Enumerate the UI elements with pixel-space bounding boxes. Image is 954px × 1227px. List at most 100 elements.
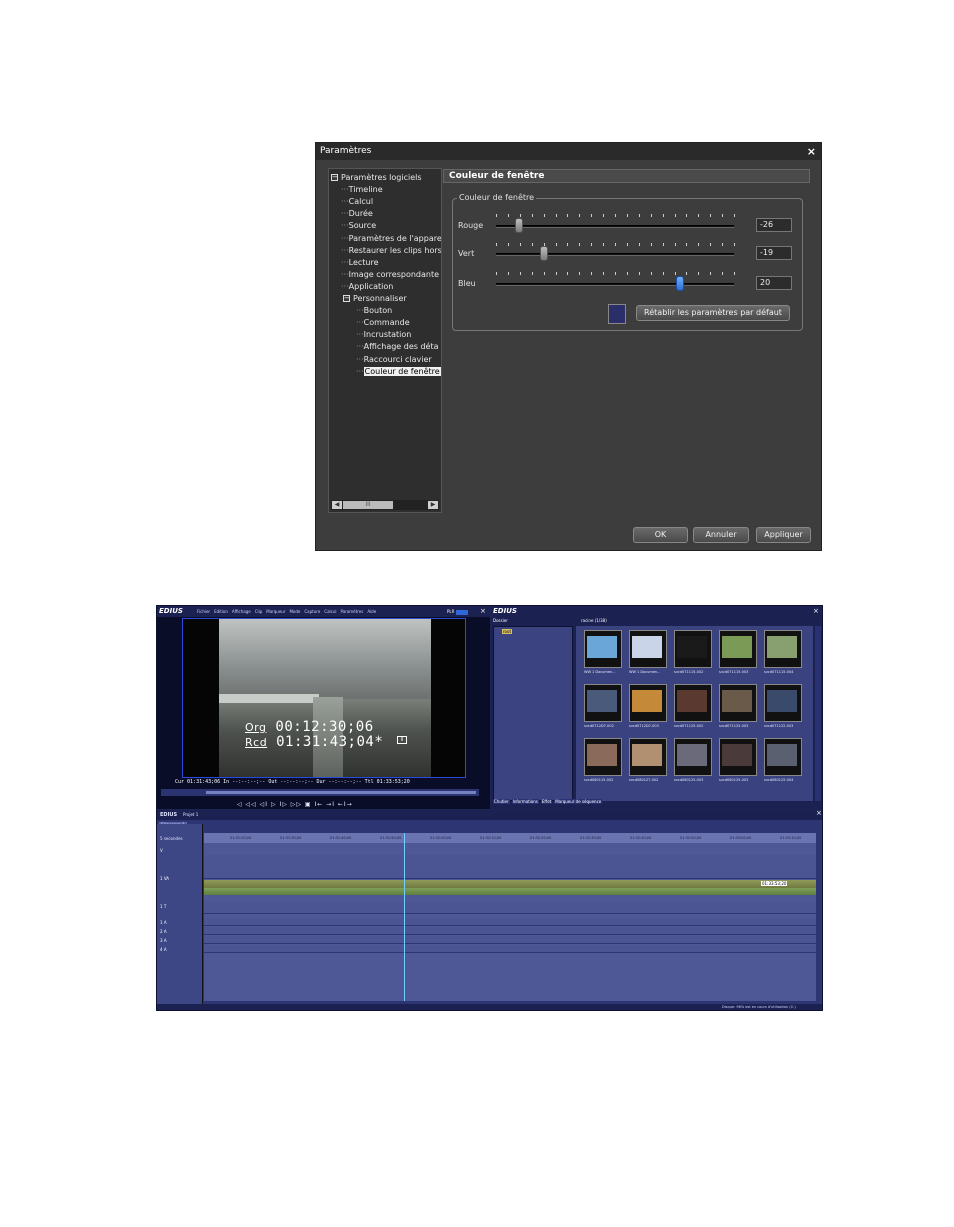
org-label: Org xyxy=(245,721,267,734)
clip-thumbnail[interactable]: WW 1 Documen... xyxy=(629,630,667,674)
menu-item[interactable]: Mode xyxy=(289,609,300,614)
bin-tab[interactable]: Marqueur de séquence xyxy=(554,799,603,804)
timeline-ruler[interactable]: 01:31:20;00 01:31:30;00 01:31:40;00 01:31:5… xyxy=(204,833,816,843)
clip-caption: WW 1 Documen... xyxy=(629,670,661,674)
tick-mark xyxy=(662,243,664,246)
menu-item[interactable]: Capture xyxy=(304,609,320,614)
close-icon[interactable]: × xyxy=(816,809,822,817)
menu-item[interactable]: Fichier xyxy=(197,609,210,614)
clip-thumbnail[interactable]: svcd071115-002 xyxy=(674,630,712,674)
slider-track[interactable] xyxy=(496,253,734,256)
audio-track-4[interactable] xyxy=(204,945,816,953)
scroll-left-icon[interactable]: ◀ xyxy=(332,501,342,509)
va-track-clip-audio[interactable] xyxy=(204,888,816,895)
tree-item[interactable]: ···Incrustation xyxy=(356,330,411,340)
apply-button[interactable]: Appliquer xyxy=(756,527,811,543)
tree-hscrollbar[interactable]: ◀ III ▶ xyxy=(331,500,439,510)
clip-thumbnail[interactable]: svcd071125-002 xyxy=(674,684,712,728)
slider-thumb[interactable] xyxy=(540,246,549,261)
clip-thumbnail[interactable]: svcd071122-003 xyxy=(764,684,802,728)
ruler-tick-label: 01:31:50;00 xyxy=(380,836,402,840)
tree-item[interactable]: ···Commande xyxy=(356,318,410,328)
menu-item[interactable]: Aide xyxy=(367,609,376,614)
bin-tab[interactable]: Chutier xyxy=(493,799,510,804)
clip-thumbnail[interactable]: svcd080127-002 xyxy=(629,738,667,782)
scale-select[interactable]: 5 secondes xyxy=(160,836,183,841)
reset-defaults-button[interactable]: Rétablir les paramètres par défaut xyxy=(636,305,790,321)
clip-thumbnail[interactable]: svcd080125-004 xyxy=(764,738,802,782)
slider-value-field[interactable]: 20 xyxy=(756,276,792,290)
clip-thumbnail[interactable]: svcd080125-003 xyxy=(674,738,712,782)
track-header-label[interactable]: 1 VA xyxy=(160,876,169,881)
menu-item[interactable]: Clip xyxy=(255,609,263,614)
menu-item[interactable]: Edition xyxy=(214,609,228,614)
title-track[interactable] xyxy=(204,902,816,914)
menu-item[interactable]: Affichage xyxy=(232,609,251,614)
slider-value-field[interactable]: -26 xyxy=(756,218,792,232)
bin-tab[interactable]: Informations xyxy=(511,799,539,804)
video-track[interactable] xyxy=(204,855,816,879)
track-header-label[interactable]: V xyxy=(160,848,163,853)
scrub-bar[interactable] xyxy=(161,789,479,796)
tree-item[interactable]: ···Raccourci clavier xyxy=(356,355,432,365)
tree-item[interactable]: ···Timeline xyxy=(341,185,383,195)
tick-mark xyxy=(686,214,688,217)
clip-thumbnail[interactable]: svcd0712D7-003 xyxy=(629,684,667,728)
clip-thumbnail[interactable]: svcd080125-003 xyxy=(719,738,757,782)
tree-item[interactable]: ···Paramètres de l'appare xyxy=(341,234,441,244)
menu-item[interactable]: Paramètres xyxy=(341,609,364,614)
transport-controls[interactable]: ◁ ◁◁ ◁I ▷ I▷ ▷▷ ▣ I← →I ←I→ xyxy=(237,801,353,808)
slider-thumb[interactable] xyxy=(676,276,684,291)
close-icon[interactable]: × xyxy=(813,607,819,615)
track-header-label[interactable]: 1 T xyxy=(160,904,166,909)
close-icon[interactable]: × xyxy=(480,607,486,615)
bin-tab[interactable]: Effet xyxy=(540,799,553,804)
root-folder[interactable]: root xyxy=(502,629,513,634)
slider-track[interactable] xyxy=(496,283,734,286)
tree-item[interactable]: ···Couleur de fenêtre xyxy=(356,366,441,377)
ok-button[interactable]: OK xyxy=(633,527,688,543)
clip-thumbnail[interactable]: svcd071115-004 xyxy=(764,630,802,674)
scroll-thumb[interactable]: III xyxy=(343,501,393,509)
slider-track[interactable] xyxy=(496,225,734,228)
collapse-icon[interactable]: − xyxy=(343,295,350,302)
tree-item[interactable]: ···Source xyxy=(341,221,376,231)
track-header-label[interactable]: 4 A xyxy=(160,947,167,952)
tree-item[interactable]: ···Bouton xyxy=(356,306,392,316)
cancel-button[interactable]: Annuler xyxy=(693,527,749,543)
plr-badge[interactable]: PLR xyxy=(447,609,469,615)
tree-item[interactable]: ···Affichage des déta xyxy=(356,342,439,352)
tree-item[interactable]: ···Calcul xyxy=(341,197,373,207)
scroll-right-icon[interactable]: ▶ xyxy=(428,501,438,509)
slider-thumb[interactable] xyxy=(515,218,523,233)
track-header-label[interactable]: 3 A xyxy=(160,938,167,943)
clip-thumbnail[interactable]: WW 1 Documen... xyxy=(584,630,622,674)
tree-item[interactable]: ···Application xyxy=(341,282,393,292)
tree-item[interactable]: ···Lecture xyxy=(341,258,379,268)
audio-track-2[interactable] xyxy=(204,927,816,935)
clip-thumbnail[interactable]: svcd0712D7-002 xyxy=(584,684,622,728)
project-name[interactable]: Projet 1 xyxy=(183,812,198,817)
track-header-label[interactable]: 1 A xyxy=(160,920,167,925)
va-track-clip-video[interactable] xyxy=(204,880,816,888)
audio-track-1[interactable] xyxy=(204,918,816,926)
track-header-label[interactable]: 2 A xyxy=(160,929,167,934)
tree-item[interactable]: ···Restaurer les clips hors xyxy=(341,246,441,256)
bin-scrollbar[interactable] xyxy=(815,626,821,801)
tree-item[interactable]: ···Durée xyxy=(341,209,373,219)
tree-item[interactable]: − Personnaliser xyxy=(343,294,407,304)
close-icon[interactable]: × xyxy=(807,143,816,160)
slider-value-field[interactable]: -19 xyxy=(756,246,792,260)
collapse-icon[interactable]: − xyxy=(331,174,338,181)
playhead[interactable] xyxy=(404,833,405,1001)
clip-thumbnail[interactable]: svcd071125-003 xyxy=(719,684,757,728)
audio-track-3[interactable] xyxy=(204,936,816,944)
tree-item[interactable]: ···Image correspondante xyxy=(341,270,439,280)
tick-mark xyxy=(734,272,735,275)
menu-item[interactable]: Marqueur xyxy=(266,609,285,614)
clip-thumbnail[interactable]: svcd080115-002 xyxy=(584,738,622,782)
clip-thumbnail[interactable]: svcd071115-003 xyxy=(719,630,757,674)
tree-item[interactable]: − Paramètres logiciels xyxy=(331,173,422,183)
tick-mark xyxy=(603,243,605,246)
menu-item[interactable]: Calcul xyxy=(324,609,336,614)
